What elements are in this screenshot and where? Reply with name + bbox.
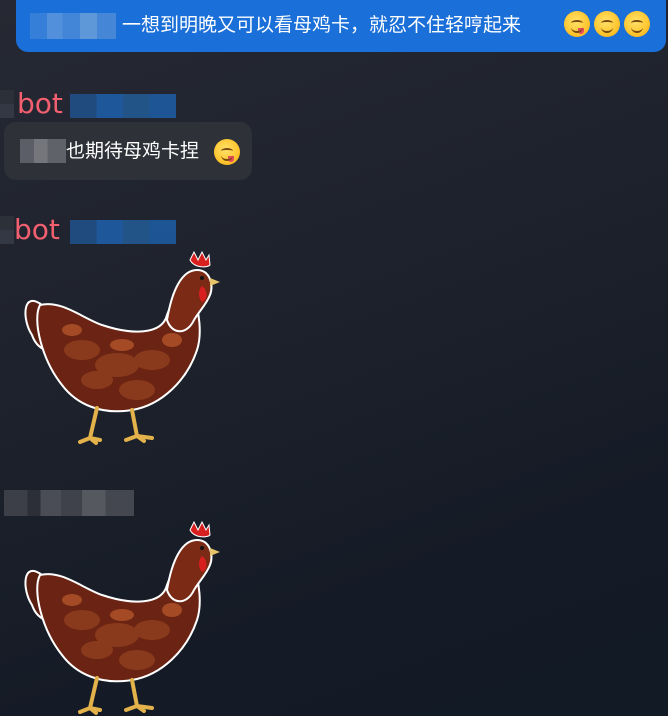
- smile-face-icon: [624, 11, 650, 37]
- outgoing-message-text: 一想到明晚又可以看母鸡卡，就忍不住轻哼起来: [122, 14, 522, 36]
- yum-face-icon: [564, 11, 590, 37]
- mention-blurred: [30, 13, 116, 39]
- incoming-message-bubble[interactable]: 也期待母鸡卡捏: [4, 122, 252, 180]
- mention-blurred: [20, 139, 66, 163]
- chicken-sticker[interactable]: [22, 250, 222, 450]
- yum-face-icon: [214, 139, 240, 165]
- chicken-icon: [24, 520, 220, 715]
- sender-name[interactable]: bot: [17, 86, 63, 122]
- chicken-sticker[interactable]: [22, 520, 222, 716]
- sender-tag-blurred: [70, 94, 176, 118]
- chicken-icon: [24, 250, 220, 445]
- avatar[interactable]: [0, 216, 14, 244]
- avatar[interactable]: [0, 90, 14, 118]
- sender-tag-blurred: [70, 220, 176, 244]
- sender-blurred: [4, 490, 134, 516]
- sender-name[interactable]: bot: [14, 212, 60, 248]
- outgoing-emoji-row: [564, 11, 650, 37]
- smile-face-icon: [594, 11, 620, 37]
- incoming-message-text: 也期待母鸡卡捏: [66, 140, 200, 162]
